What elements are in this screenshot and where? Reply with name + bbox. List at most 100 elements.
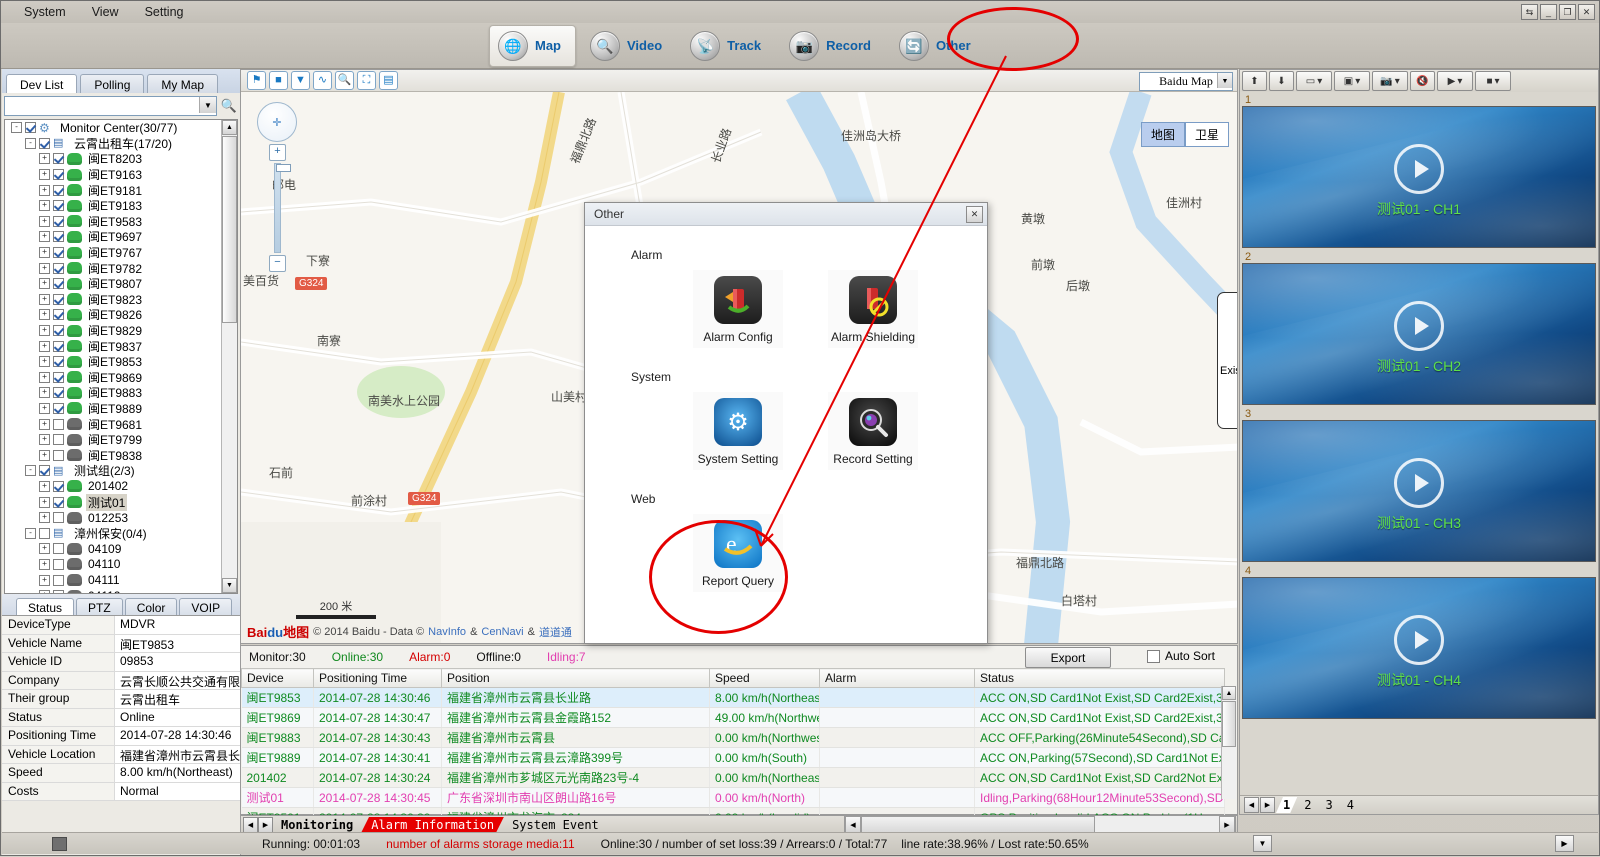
scroll-up-icon[interactable]: ▲	[222, 120, 237, 135]
tree-node[interactable]: +04109	[5, 541, 237, 557]
ribbon-tab-other[interactable]: 🔄 Other	[891, 26, 985, 66]
tree-expander[interactable]: +	[39, 590, 50, 593]
mute-icon[interactable]: 🔇	[1410, 71, 1435, 91]
tree-node[interactable]: +012253	[5, 510, 237, 526]
link-navinfo[interactable]: NavInfo	[428, 626, 466, 638]
tree-checkbox[interactable]	[53, 278, 64, 290]
item-report-query[interactable]: e Report Query	[693, 514, 783, 592]
table-column-header[interactable]: Position	[441, 668, 710, 688]
tree-checkbox[interactable]	[39, 465, 50, 477]
map-provider-select[interactable]: Baidu Map ▼	[1139, 72, 1233, 91]
chevron-down-icon[interactable]: ▾	[1457, 76, 1462, 87]
bottom-tab-monitoring[interactable]: Monitoring	[271, 817, 363, 833]
bottom-tab-alarm-information[interactable]: Alarm Information	[361, 817, 504, 833]
tree-expander[interactable]: +	[39, 558, 50, 570]
tree-node[interactable]: +04110	[5, 557, 237, 573]
ribbon-tab-record[interactable]: 📷 Record	[781, 26, 885, 66]
tree-node[interactable]: + 闽ET8203	[5, 151, 237, 167]
auto-sort-checkbox[interactable]: Auto Sort	[1146, 649, 1215, 663]
tree-node[interactable]: - ▤ 云霄出租车(17/20)	[5, 136, 237, 152]
tree-checkbox[interactable]	[53, 371, 64, 383]
tree-node[interactable]: + 闽ET9799	[5, 432, 237, 448]
search-icon[interactable]: 🔍	[335, 71, 354, 90]
table-row[interactable]: 闽ET9853 2014-07-28 14:30:46 福建省漳州市云霄县长业路 8.…	[241, 687, 1225, 708]
tree-expander[interactable]: +	[39, 356, 50, 368]
polygon-icon[interactable]: ▼	[291, 71, 310, 90]
up-arrow-icon[interactable]: ⬆	[1242, 71, 1267, 91]
map-type-satellite[interactable]: 卫星	[1184, 122, 1229, 147]
video-cell[interactable]: 3 测试01 - CH3	[1242, 408, 1596, 562]
map-zoom-control[interactable]: + −	[269, 144, 291, 272]
tab-color[interactable]: Color	[124, 598, 178, 615]
link-cennavi[interactable]: CenNavi	[481, 626, 523, 638]
device-search-combo[interactable]: ▼	[4, 96, 217, 116]
tree-expander[interactable]: +	[39, 278, 50, 290]
table-row[interactable]: 闽ET9869 2014-07-28 14:30:47 福建省漳州市云霄县金霞路15…	[241, 707, 1225, 728]
tree-expander[interactable]: -	[25, 527, 36, 539]
tree-expander[interactable]: +	[39, 247, 50, 259]
chevron-down-icon[interactable]: ▾	[1395, 76, 1400, 87]
play-icon[interactable]	[1394, 614, 1444, 665]
tab-polling[interactable]: Polling	[80, 74, 145, 93]
tab-dev-list[interactable]: Dev List	[6, 74, 78, 93]
tree-expander[interactable]: -	[11, 122, 22, 134]
tree-expander[interactable]: +	[39, 449, 50, 461]
tree-checkbox[interactable]	[53, 480, 64, 492]
video-cell[interactable]: 1 测试01 - CH1	[1242, 94, 1596, 248]
tree-node[interactable]: + 闽ET9829	[5, 323, 237, 339]
stop-indicator-icon[interactable]	[52, 836, 67, 851]
table-row[interactable]: 闽ET9883 2014-07-28 14:30:43 福建省漳州市云霄县 0.00 …	[241, 727, 1225, 748]
tree-expander[interactable]: +	[39, 387, 50, 399]
tree-expander[interactable]: +	[39, 402, 50, 414]
tree-checkbox[interactable]	[53, 325, 64, 337]
tree-node[interactable]: + 闽ET9889	[5, 401, 237, 417]
search-icon[interactable]: 🔍	[220, 97, 238, 115]
save-icon[interactable]: ▤	[379, 71, 398, 90]
scroll-left-icon[interactable]: ◀	[845, 816, 861, 833]
tree-checkbox[interactable]	[53, 215, 64, 227]
scroll-down-icon[interactable]: ▼	[222, 578, 237, 593]
tree-node[interactable]: + 闽ET9681	[5, 416, 237, 432]
tree-expander[interactable]: +	[39, 340, 50, 352]
flag-icon[interactable]: ⚑	[247, 71, 266, 90]
tree-checkbox[interactable]	[53, 153, 64, 165]
tree-checkbox[interactable]	[39, 527, 50, 539]
close-icon[interactable]: ✕	[966, 205, 983, 223]
scroll-up-icon[interactable]: ▲	[1222, 686, 1236, 700]
play-icon[interactable]	[1394, 143, 1444, 194]
chevron-down-icon[interactable]: ▾	[1495, 76, 1500, 87]
video-page-2[interactable]: 2	[1297, 797, 1318, 813]
video-page-3[interactable]: 3	[1318, 797, 1339, 813]
tree-checkbox[interactable]	[53, 169, 64, 181]
tree-checkbox[interactable]	[53, 402, 64, 414]
table-row[interactable]: 201402 2014-07-28 14:30:24 福建省漳州市芗城区元光南路23…	[241, 767, 1225, 788]
tab-my-map[interactable]: My Map	[147, 74, 219, 93]
video-screen[interactable]: 测试01 - CH3	[1242, 420, 1596, 562]
zoom-knob[interactable]	[276, 164, 291, 172]
item-system-setting[interactable]: ⚙ System Setting	[693, 392, 783, 470]
tree-checkbox[interactable]	[53, 418, 64, 430]
tree-node[interactable]: + 闽ET9181	[5, 182, 237, 198]
tree-checkbox[interactable]	[53, 200, 64, 212]
tree-node[interactable]: + 闽ET9869	[5, 370, 237, 386]
bottom-tab-system-event[interactable]: System Event	[502, 817, 609, 833]
chevron-down-icon[interactable]: ▼	[199, 97, 216, 113]
table-column-header[interactable]: Speed	[709, 668, 820, 688]
status-dropdown-icon[interactable]: ▼	[1253, 835, 1272, 852]
tree-node[interactable]: + 闽ET9697	[5, 229, 237, 245]
tree-checkbox[interactable]	[53, 356, 64, 368]
tree-node[interactable]: + 闽ET9837	[5, 338, 237, 354]
video-screen[interactable]: 测试01 - CH1	[1242, 106, 1596, 248]
device-tree[interactable]: - ⚙ Monitor Center(30/77) - ▤ 云霄出租车(17/20) + 闽E…	[4, 119, 238, 594]
tree-expander[interactable]: +	[39, 262, 50, 274]
device-tree-scrollbar[interactable]: ▲ ▼	[221, 120, 237, 593]
monitoring-table[interactable]: Device Positioning Time Position Speed Alarm…	[241, 668, 1225, 828]
scroll-thumb[interactable]	[222, 136, 237, 323]
tree-checkbox[interactable]	[39, 137, 50, 149]
tree-checkbox[interactable]	[53, 590, 64, 593]
tree-node[interactable]: + 闽ET9883	[5, 385, 237, 401]
tree-node[interactable]: - ▤ 漳州保安(0/4)	[5, 525, 237, 541]
zoom-track[interactable]	[274, 163, 291, 253]
tree-expander[interactable]: +	[39, 309, 50, 321]
table-row[interactable]: 闽ET9889 2014-07-28 14:30:41 福建省漳州市云霄县云漳路39…	[241, 747, 1225, 768]
